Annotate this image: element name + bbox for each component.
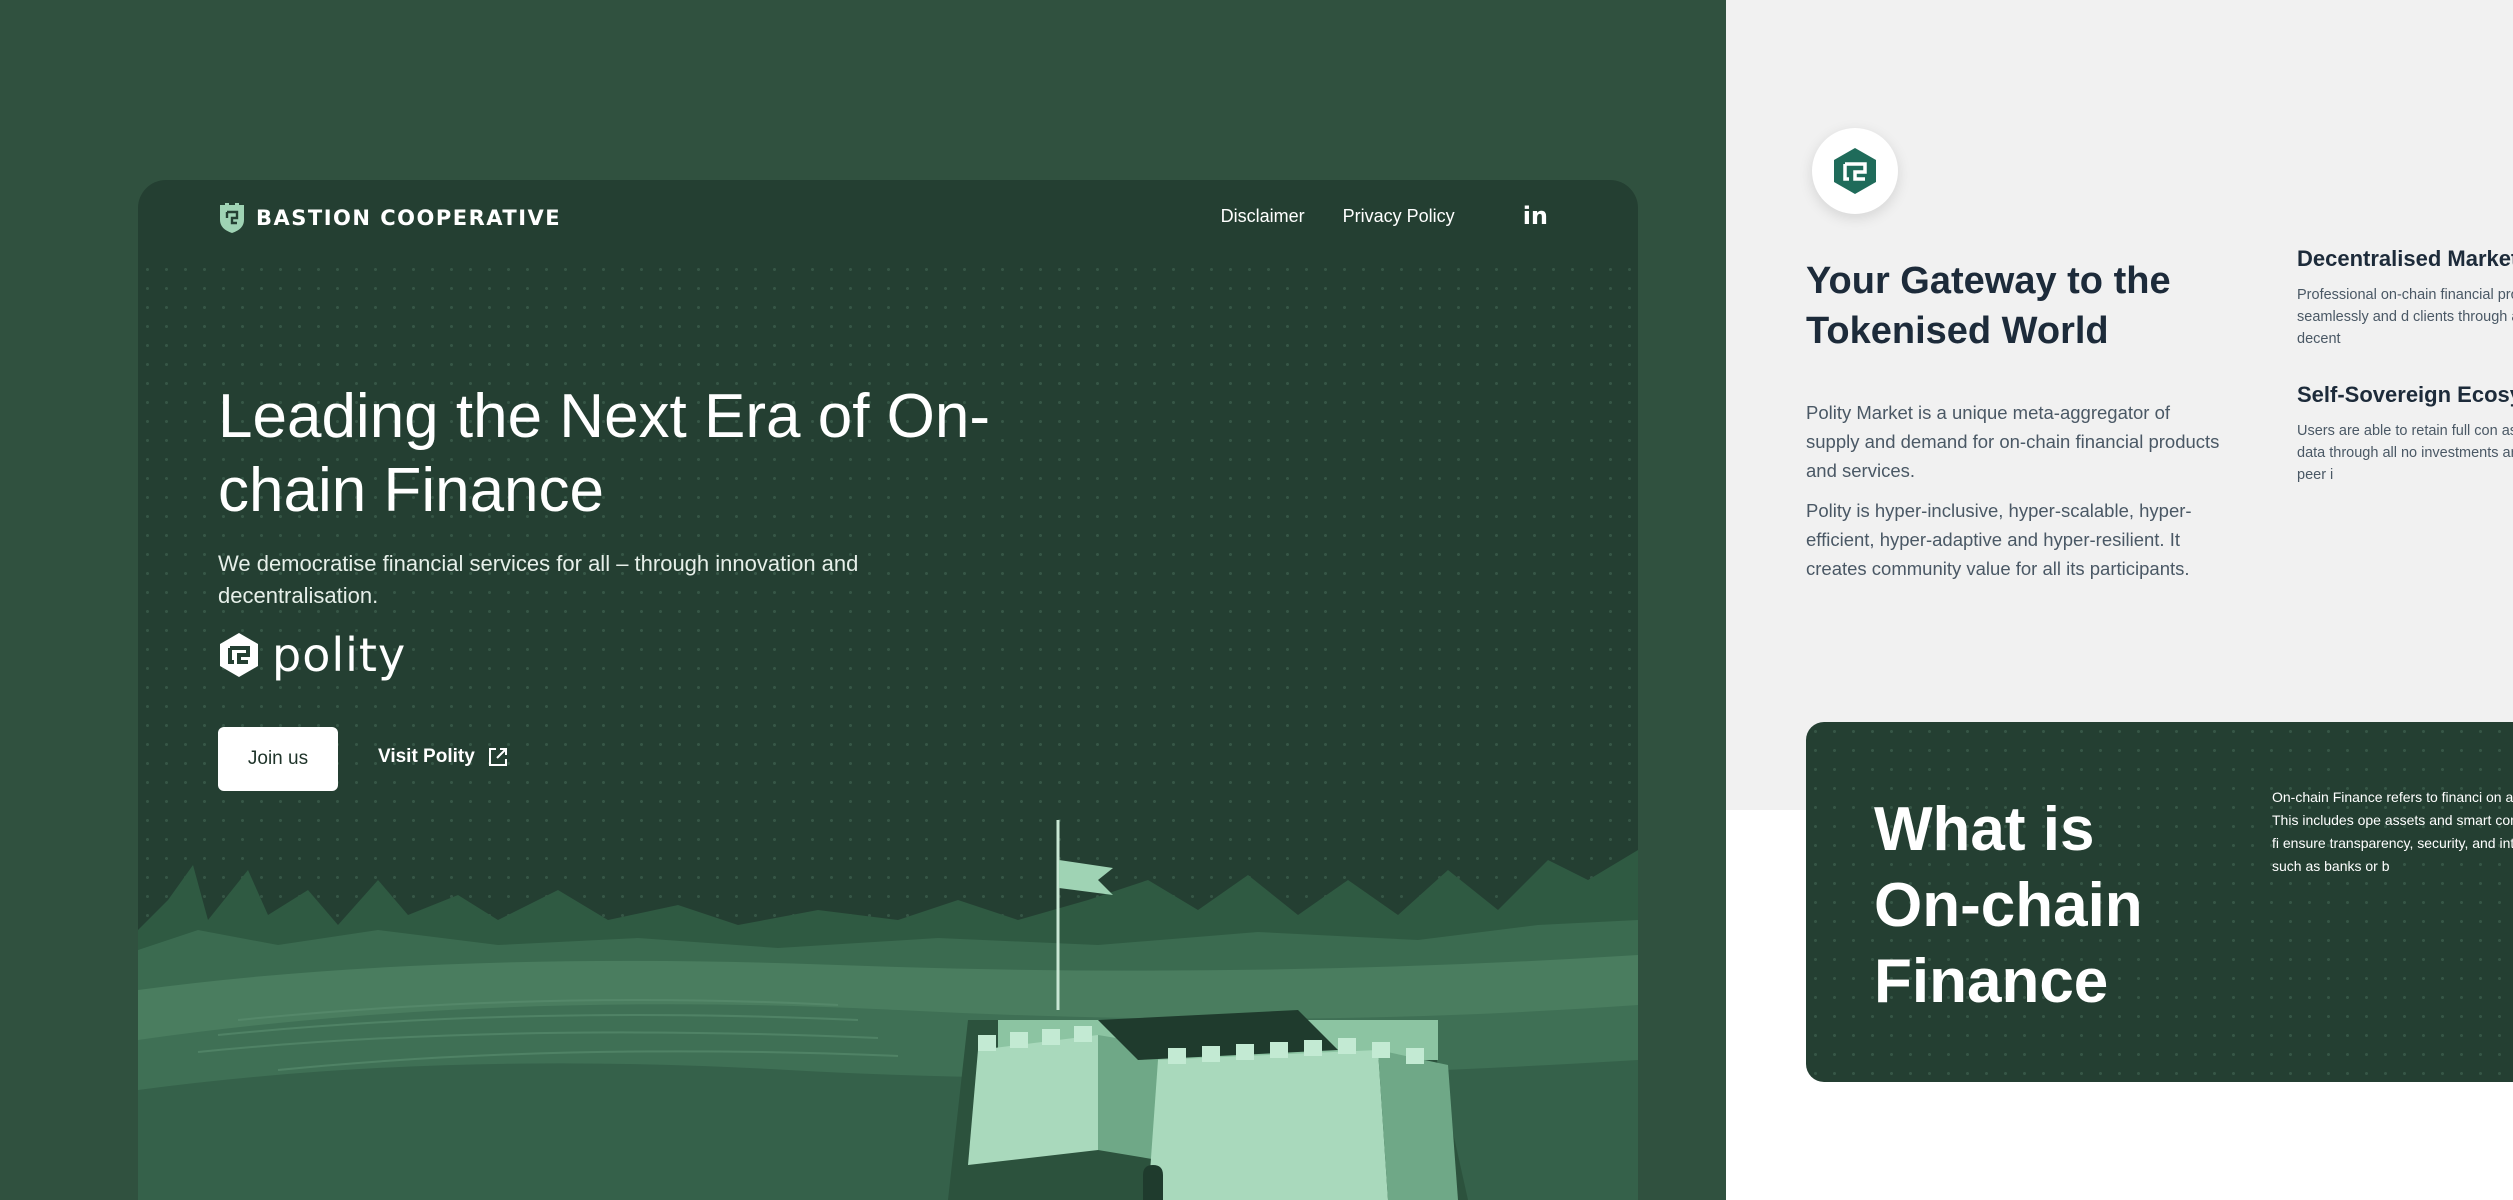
what-is-title: What is On-chain Finance <box>1874 795 2143 1016</box>
brand-logo[interactable]: BASTION COOPERATIVE <box>218 202 561 234</box>
hero-card: BASTION COOPERATIVE Disclaimer Privacy P… <box>138 180 1638 1200</box>
external-link-icon <box>488 748 507 766</box>
nav-disclaimer[interactable]: Disclaimer <box>1221 206 1305 227</box>
fortress-landscape-illustration <box>138 820 1638 1200</box>
polity-logo: polity <box>218 628 406 682</box>
nav-privacy-policy[interactable]: Privacy Policy <box>1343 206 1455 227</box>
linkedin-icon[interactable]: in <box>1523 202 1548 230</box>
brand-name: BASTION COOPERATIVE <box>256 206 562 230</box>
polity-badge <box>1812 128 1898 214</box>
polity-wordmark: polity <box>272 628 407 682</box>
feature-self-sovereign-body: Users are able to retain full con assets… <box>2297 423 2513 483</box>
feature-decentralised-market-body: Professional on-chain financial provider… <box>2297 287 2513 347</box>
top-navigation: BASTION COOPERATIVE Disclaimer Privacy P… <box>138 180 1638 254</box>
visit-polity-label: Visit Polity <box>378 746 475 767</box>
what-is-onchain-card: What is On-chain Finance On-chain Financ… <box>1806 722 2513 1082</box>
join-us-button[interactable]: Join us <box>218 727 338 791</box>
nav-menu: Disclaimer Privacy Policy in <box>1183 202 1548 230</box>
polity-logo-icon <box>220 633 258 677</box>
what-is-body: On-chain Finance refers to financi on a … <box>2272 789 2513 874</box>
shield-logo-icon <box>220 203 244 233</box>
hero-subtitle: We democratise financial services for al… <box>218 551 859 608</box>
feature-decentralised-market-title: Decentralised Market <box>2297 246 2513 271</box>
gateway-paragraph-2: Polity is hyper-inclusive, hyper-scalabl… <box>1806 500 2192 579</box>
polity-badge-icon <box>1834 148 1876 194</box>
gateway-paragraph-1: Polity Market is a unique meta-aggregato… <box>1806 402 2220 481</box>
visit-polity-link[interactable]: Visit Polity <box>378 746 509 768</box>
gateway-title: Your Gateway to the Tokenised World <box>1806 260 2171 352</box>
feature-self-sovereign-title: Self-Sovereign Ecosy <box>2297 382 2513 407</box>
hero-title: Leading the Next Era of On-chain Finance <box>218 382 991 525</box>
